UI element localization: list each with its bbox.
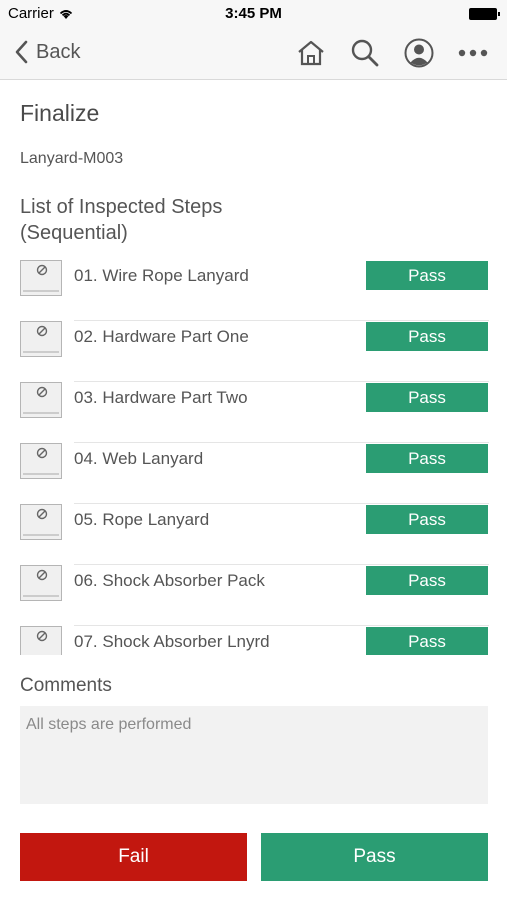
step-name: 05. Rope Lanyard <box>74 510 210 529</box>
status-bar: Carrier 3:45 PM <box>0 0 507 28</box>
placeholder-caption <box>23 290 59 292</box>
page-title: Finalize <box>20 100 100 126</box>
step-name: 01. Wire Rope Lanyard <box>74 266 249 285</box>
back-label: Back <box>36 40 81 63</box>
no-image-icon <box>36 569 48 581</box>
step-result-badge[interactable]: Pass <box>366 627 488 655</box>
step-result-badge[interactable]: Pass <box>366 505 488 534</box>
placeholder-caption <box>23 595 59 597</box>
step-result-badge[interactable]: Pass <box>366 444 488 473</box>
step-row[interactable]: 07. Shock Absorber Lnyrd Pass <box>0 626 507 655</box>
back-button[interactable]: Back <box>14 40 80 64</box>
step-list[interactable]: 01. Wire Rope Lanyard Pass 02. Hardware … <box>0 260 507 655</box>
step-thumbnail <box>20 565 62 601</box>
no-image-icon <box>36 508 48 520</box>
step-thumbnail <box>20 260 62 296</box>
placeholder-caption <box>23 412 59 414</box>
search-icon[interactable] <box>349 37 381 69</box>
no-image-icon <box>36 386 48 398</box>
more-icon[interactable] <box>457 37 489 69</box>
step-row[interactable]: 05. Rope Lanyard Pass <box>0 504 507 565</box>
asset-id: Lanyard-M003 <box>20 150 124 167</box>
step-result-badge[interactable]: Pass <box>366 322 488 351</box>
list-title-line2: (Sequential) <box>20 222 128 244</box>
step-name: 03. Hardware Part Two <box>74 388 248 407</box>
nav-bar: Back <box>0 28 507 80</box>
step-row[interactable]: 04. Web Lanyard Pass <box>0 443 507 504</box>
step-name: 07. Shock Absorber Lnyrd <box>74 632 270 651</box>
step-result-badge[interactable]: Pass <box>366 566 488 595</box>
step-thumbnail <box>20 443 62 479</box>
list-title-line1: List of Inspected Steps <box>20 196 223 218</box>
placeholder-caption <box>23 351 59 353</box>
placeholder-caption <box>23 534 59 536</box>
step-row[interactable]: 03. Hardware Part Two Pass <box>0 382 507 443</box>
placeholder-caption <box>23 473 59 475</box>
pass-button[interactable]: Pass <box>261 833 488 881</box>
fail-button[interactable]: Fail <box>20 833 247 881</box>
comments-field[interactable]: All steps are performed <box>20 706 488 804</box>
chevron-left-icon <box>15 40 28 64</box>
step-row[interactable]: 01. Wire Rope Lanyard Pass <box>0 260 507 321</box>
nav-actions <box>295 37 489 69</box>
step-thumbnail <box>20 626 62 655</box>
comments-label: Comments <box>20 675 112 696</box>
step-thumbnail <box>20 321 62 357</box>
battery-icon <box>469 8 500 20</box>
step-row[interactable]: 02. Hardware Part One Pass <box>0 321 507 382</box>
step-thumbnail <box>20 382 62 418</box>
status-time: 3:45 PM <box>225 5 282 22</box>
step-thumbnail <box>20 504 62 540</box>
no-image-icon <box>36 325 48 337</box>
profile-icon[interactable] <box>403 37 435 69</box>
step-result-badge[interactable]: Pass <box>366 261 488 290</box>
step-name: 06. Shock Absorber Pack <box>74 571 265 590</box>
no-image-icon <box>36 630 48 642</box>
home-icon[interactable] <box>295 37 327 69</box>
step-name: 04. Web Lanyard <box>74 449 204 468</box>
step-result-badge[interactable]: Pass <box>366 383 488 412</box>
no-image-icon <box>36 264 48 276</box>
step-name: 02. Hardware Part One <box>74 327 249 346</box>
list-title: List of Inspected Steps (Sequential) <box>20 194 222 246</box>
step-row[interactable]: 06. Shock Absorber Pack Pass <box>0 565 507 626</box>
no-image-icon <box>36 447 48 459</box>
